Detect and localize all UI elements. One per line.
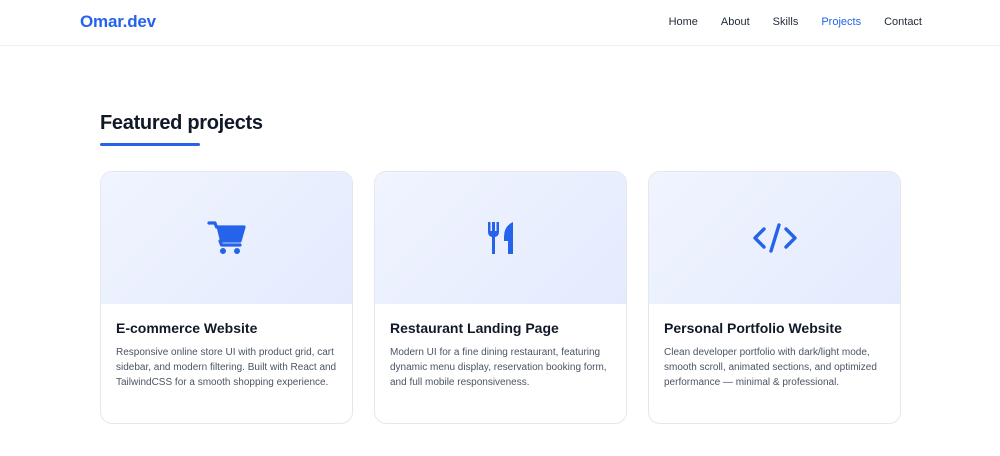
- card-media: [649, 172, 900, 304]
- nav-link-home[interactable]: Home: [669, 16, 698, 28]
- project-card-ecommerce[interactable]: E-commerce Website Responsive online sto…: [100, 171, 353, 424]
- card-title: Personal Portfolio Website: [664, 320, 842, 336]
- card-body: Restaurant Landing Page Modern UI for a …: [375, 304, 626, 390]
- code-icon: [752, 222, 798, 254]
- card-title: Restaurant Landing Page: [390, 320, 559, 336]
- card-body: Personal Portfolio Website Clean develop…: [649, 304, 900, 390]
- card-media: [101, 172, 352, 304]
- project-cards: E-commerce Website Responsive online sto…: [100, 171, 901, 424]
- project-card-portfolio[interactable]: Personal Portfolio Website Clean develop…: [648, 171, 901, 424]
- nav-link-projects[interactable]: Projects: [821, 16, 861, 28]
- card-description: Modern UI for a fine dining restaurant, …: [390, 347, 607, 388]
- card-title: E-commerce Website: [116, 320, 258, 336]
- card-description: Responsive online store UI with product …: [116, 347, 337, 388]
- nav-link-about[interactable]: About: [721, 16, 750, 28]
- nav-links: Home About Skills Projects Contact: [646, 16, 922, 28]
- card-media: [375, 172, 626, 304]
- nav-link-skills[interactable]: Skills: [773, 16, 799, 28]
- utensils-icon: [485, 220, 517, 256]
- cart-icon: [206, 220, 247, 256]
- title-underline: [100, 143, 200, 146]
- nav-link-contact[interactable]: Contact: [884, 16, 922, 28]
- card-body: E-commerce Website Responsive online sto…: [101, 304, 352, 390]
- card-description: Clean developer portfolio with dark/ligh…: [664, 347, 877, 388]
- section-title: Featured projects: [100, 112, 263, 134]
- navbar: Omar.dev Home About Skills Projects Cont…: [0, 0, 1000, 46]
- brand-logo[interactable]: Omar.dev: [80, 12, 156, 32]
- project-card-restaurant[interactable]: Restaurant Landing Page Modern UI for a …: [374, 171, 627, 424]
